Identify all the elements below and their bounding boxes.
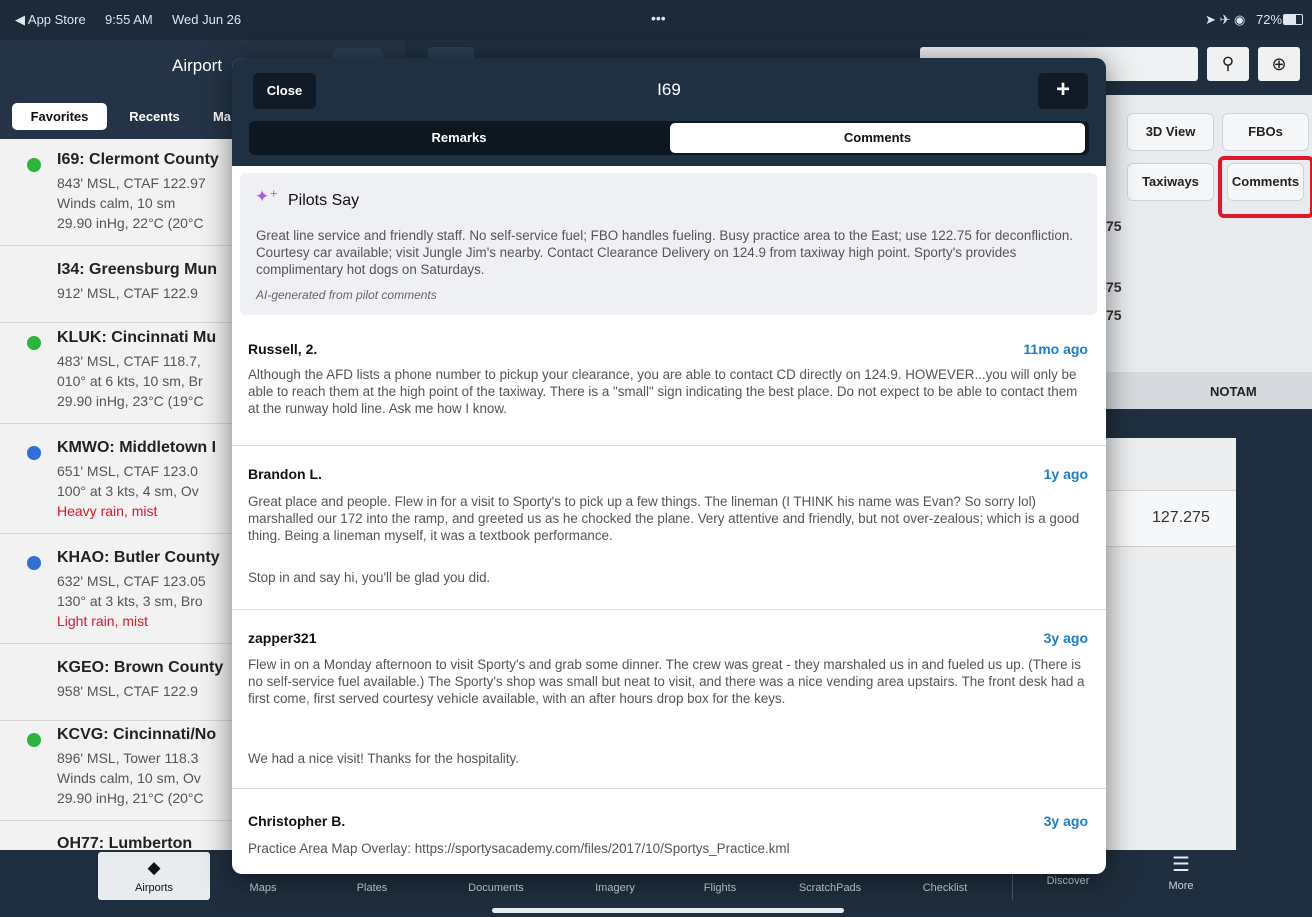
- airport-detail: 632' MSL, CTAF 123.05: [57, 573, 206, 589]
- add-comment-button[interactable]: +: [1038, 73, 1088, 109]
- highlight-annotation: [1218, 156, 1312, 218]
- status-dot: [27, 446, 41, 460]
- airport-detail: 29.90 inHg, 22°C (20°C: [57, 215, 204, 231]
- comments-modal: Close I69 + Remarks Comments ✦⁺ Pilots S…: [232, 58, 1106, 874]
- notam-tab[interactable]: NOTAM: [1210, 384, 1257, 399]
- segment-favorites[interactable]: Favorites: [12, 103, 107, 130]
- airport-detail: 29.90 inHg, 23°C (19°C: [57, 393, 204, 409]
- pilots-say-summary: ✦⁺ Pilots Say Great line service and fri…: [240, 173, 1097, 315]
- fbos-button[interactable]: FBOs: [1222, 113, 1309, 151]
- airport-detail: 912' MSL, CTAF 122.9: [57, 285, 198, 301]
- airport-name: KHAO: Butler County: [57, 549, 220, 566]
- tab-label: Maps: [249, 882, 277, 894]
- taxiways-button[interactable]: Taxiways: [1127, 163, 1214, 201]
- home-indicator[interactable]: [492, 908, 844, 913]
- airport-detail: 896' MSL, Tower 118.3: [57, 750, 199, 766]
- comment-author: Russell, 2.: [248, 341, 318, 357]
- comment-age: 3y ago: [1043, 813, 1088, 829]
- airport-detail: Winds calm, 10 sm, Ov: [57, 770, 201, 786]
- airport-detail: 29.90 inHg, 21°C (20°C: [57, 790, 204, 806]
- tab-label: Checklist: [922, 882, 968, 894]
- tab-label: More: [1168, 880, 1194, 892]
- tab-label: Discover: [1046, 875, 1090, 887]
- 3d-view-button[interactable]: 3D View: [1127, 113, 1214, 151]
- status-time: 9:55 AM: [105, 12, 153, 27]
- airport-detail: 843' MSL, CTAF 122.97: [57, 175, 206, 191]
- airport-name: I69: Clermont County: [57, 151, 219, 168]
- freq-fragment: 75: [1106, 279, 1122, 295]
- tab-airports[interactable]: ◆ Airports: [99, 850, 209, 912]
- tab-label: Imagery: [595, 882, 635, 894]
- comment-age: 3y ago: [1043, 630, 1088, 646]
- comment-author: Brandon L.: [248, 466, 322, 482]
- tab-label: Plates: [356, 882, 388, 894]
- tab-comments[interactable]: Comments: [670, 123, 1085, 153]
- notam-tab-bg: [1106, 372, 1312, 409]
- status-dot: [27, 158, 41, 172]
- airport-detail: 958' MSL, CTAF 122.9: [57, 683, 198, 699]
- comment-divider: [232, 445, 1106, 446]
- airport-name: KMWO: Middletown I: [57, 439, 217, 456]
- status-dot: [27, 336, 41, 350]
- comment-text: We had a nice visit! Thanks for the hosp…: [248, 751, 519, 766]
- freq-fragment: 75: [1106, 218, 1122, 234]
- status-dot: [27, 733, 41, 747]
- battery-percent: 72%: [1256, 12, 1283, 27]
- airport-detail: 483' MSL, CTAF 118.7,: [57, 353, 201, 369]
- modal-title: I69: [657, 80, 681, 99]
- tab-label: ScratchPads: [798, 882, 862, 894]
- freq-value: 127.275: [1152, 509, 1210, 526]
- airport-detail: 651' MSL, CTAF 123.0: [57, 463, 198, 479]
- pin-icon[interactable]: ⚲: [1207, 47, 1249, 81]
- battery-icon: [1283, 14, 1303, 25]
- crosshair-icon[interactable]: ⊕: [1258, 47, 1300, 81]
- tab-more[interactable]: ☰ More: [1126, 848, 1236, 910]
- comment-divider: [232, 609, 1106, 610]
- comment-text: Flew in on a Monday afternoon to visit S…: [248, 657, 1085, 706]
- sparkle-icon: ✦⁺: [255, 187, 279, 206]
- airports-icon: ◆: [147, 858, 161, 877]
- comment-divider: [232, 788, 1106, 789]
- pilots-say-text: Great line service and friendly staff. N…: [256, 228, 1074, 277]
- location-airplane-wifi-icons: ➤ ✈ ◉: [1205, 12, 1246, 27]
- freq-fragment: 75: [1106, 307, 1122, 323]
- back-to-app-store[interactable]: ◀ App Store: [15, 12, 86, 28]
- comment-author: Christopher B.: [248, 813, 346, 829]
- airport-name: KCVG: Cincinnati/No: [57, 726, 217, 743]
- multitask-dots[interactable]: •••: [651, 10, 666, 26]
- airport-detail: 100° at 3 kts, 4 sm, Ov: [57, 483, 199, 499]
- comment-author: zapper321: [248, 630, 317, 646]
- comment-text: Stop in and say hi, you'll be glad you d…: [248, 570, 491, 585]
- airport-list-title: Airport: [172, 56, 223, 75]
- airport-detail: 130° at 3 kts, 3 sm, Bro: [57, 593, 203, 609]
- airport-detail: 010° at 6 kts, 10 sm, Br: [57, 373, 203, 389]
- comment-text: Although the AFD lists a phone number to…: [248, 367, 1078, 416]
- tab-label: Documents: [468, 882, 524, 894]
- tab-label: Flights: [703, 882, 737, 894]
- tab-remarks[interactable]: Remarks: [249, 121, 669, 155]
- comment-text: Great place and people. Flew in for a vi…: [248, 494, 1080, 543]
- ai-footnote: AI-generated from pilot comments: [256, 288, 437, 302]
- status-dot: [27, 556, 41, 570]
- status-date: Wed Jun 26: [172, 12, 242, 27]
- weather-warning: Heavy rain, mist: [57, 503, 158, 519]
- comment-age: 1y ago: [1043, 466, 1088, 482]
- weather-warning: Light rain, mist: [57, 613, 149, 629]
- comment-text: Practice Area Map Overlay: https://sport…: [248, 841, 790, 856]
- pilots-say-title: Pilots Say: [288, 192, 360, 209]
- menu-icon: ☰: [1172, 854, 1190, 876]
- status-bar: ◀ App Store 9:55 AM Wed Jun 26 ••• ➤ ✈ ◉…: [0, 0, 1312, 40]
- airport-name: I34: Greensburg Mun: [57, 261, 218, 278]
- airport-name: KGEO: Brown County: [57, 659, 224, 676]
- comment-age: 11mo ago: [1023, 341, 1088, 357]
- airport-name: KLUK: Cincinnati Mu: [57, 329, 217, 346]
- airport-detail: Winds calm, 10 sm: [57, 195, 176, 211]
- segment-recents[interactable]: Recents: [112, 103, 197, 130]
- tab-label: Airports: [135, 882, 173, 894]
